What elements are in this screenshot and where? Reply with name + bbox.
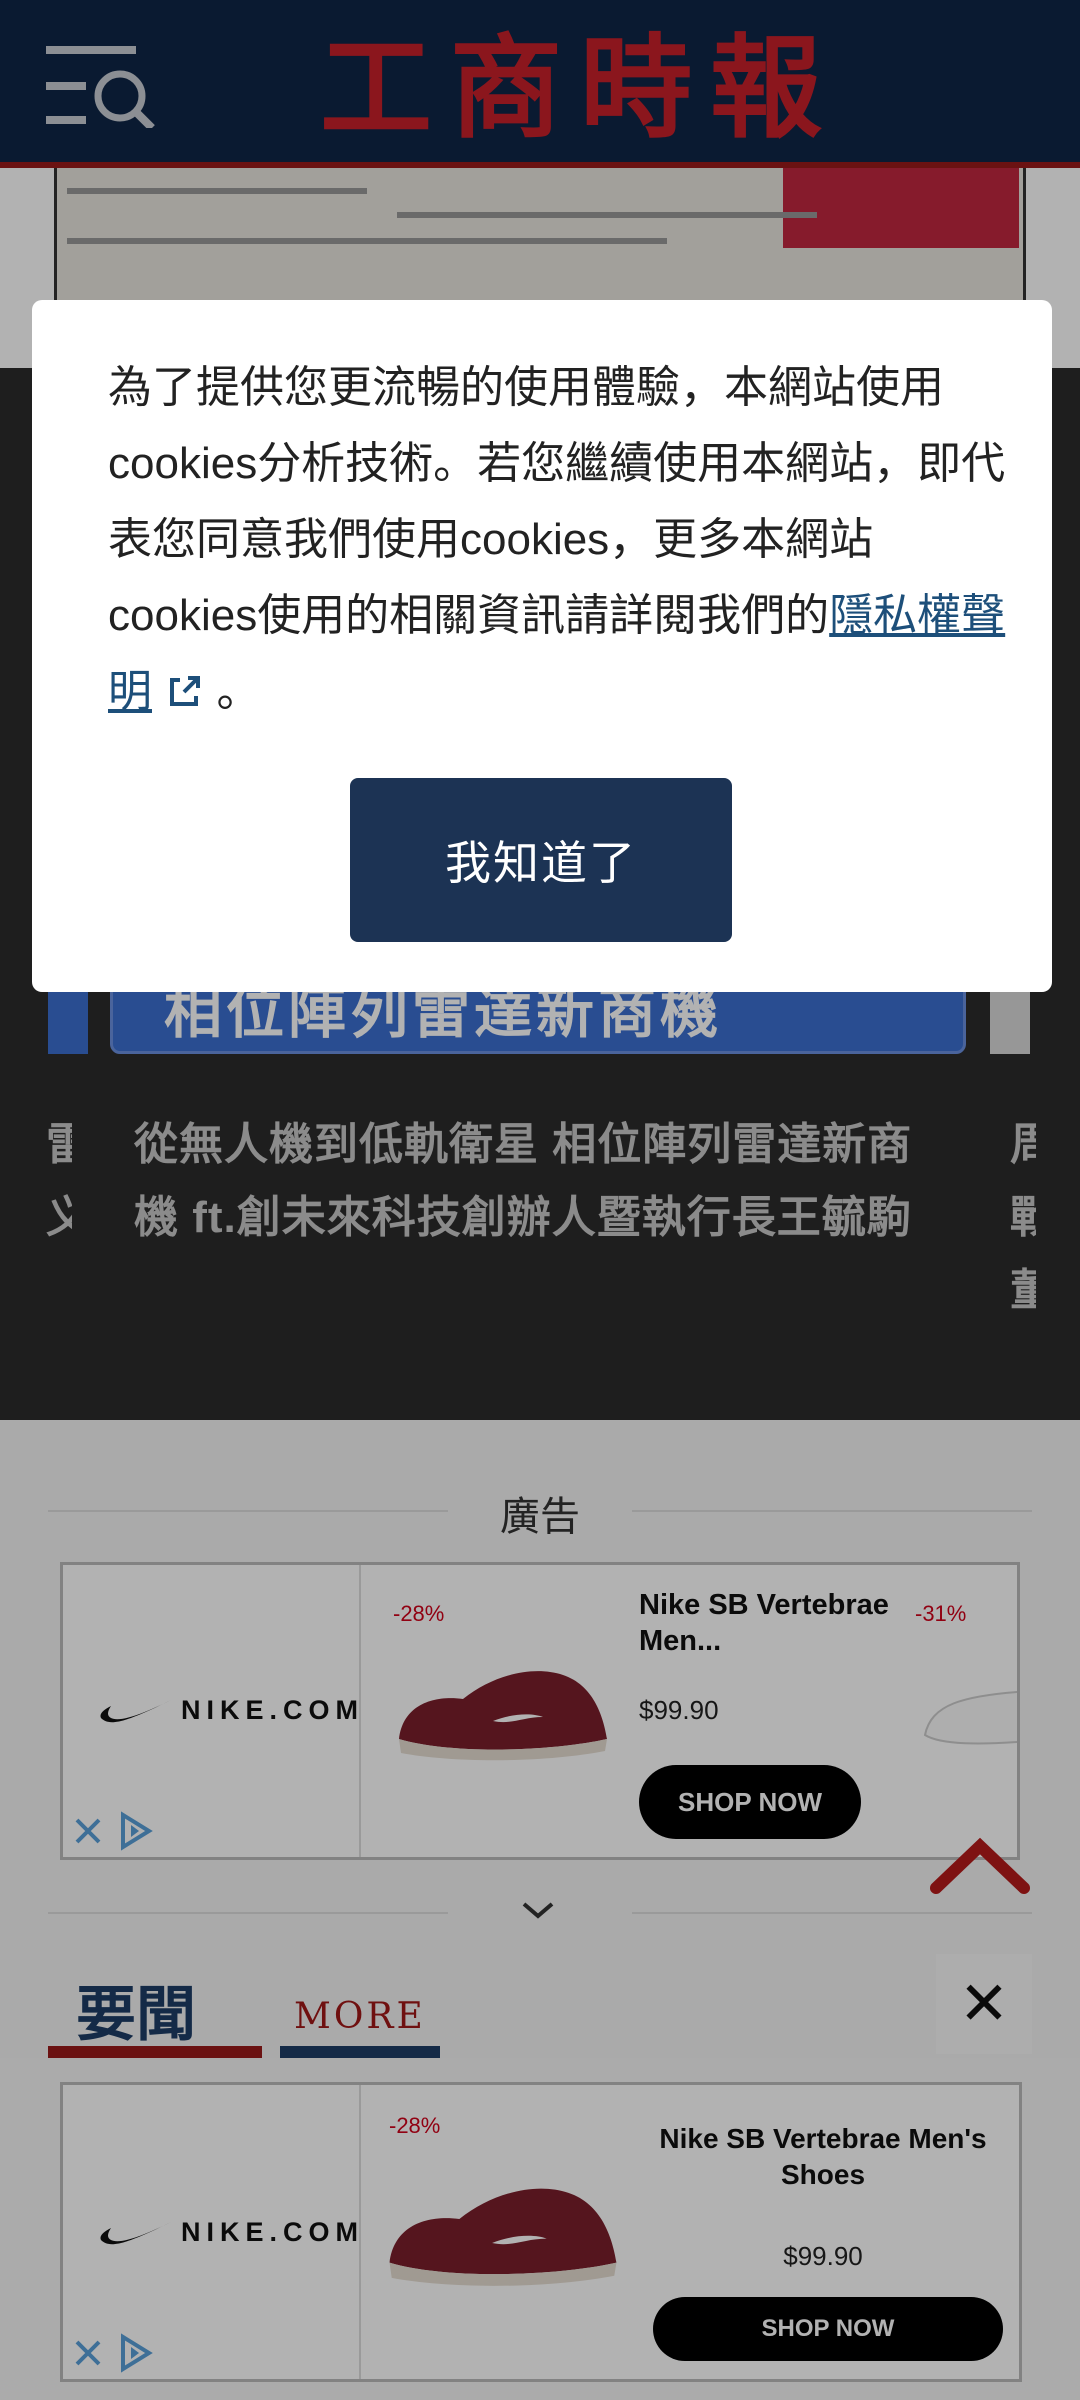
cookie-consent-dialog: 為了提供您更流暢的使用體驗，本網站使用cookies分析技術。若您繼續使用本網站… bbox=[32, 300, 1052, 992]
acknowledge-button[interactable]: 我知道了 bbox=[350, 778, 732, 942]
cookie-message-end: 。 bbox=[204, 667, 261, 716]
cookie-message: 為了提供您更流暢的使用體驗，本網站使用cookies分析技術。若您繼續使用本網站… bbox=[108, 350, 1008, 730]
external-link-icon[interactable] bbox=[164, 672, 204, 712]
